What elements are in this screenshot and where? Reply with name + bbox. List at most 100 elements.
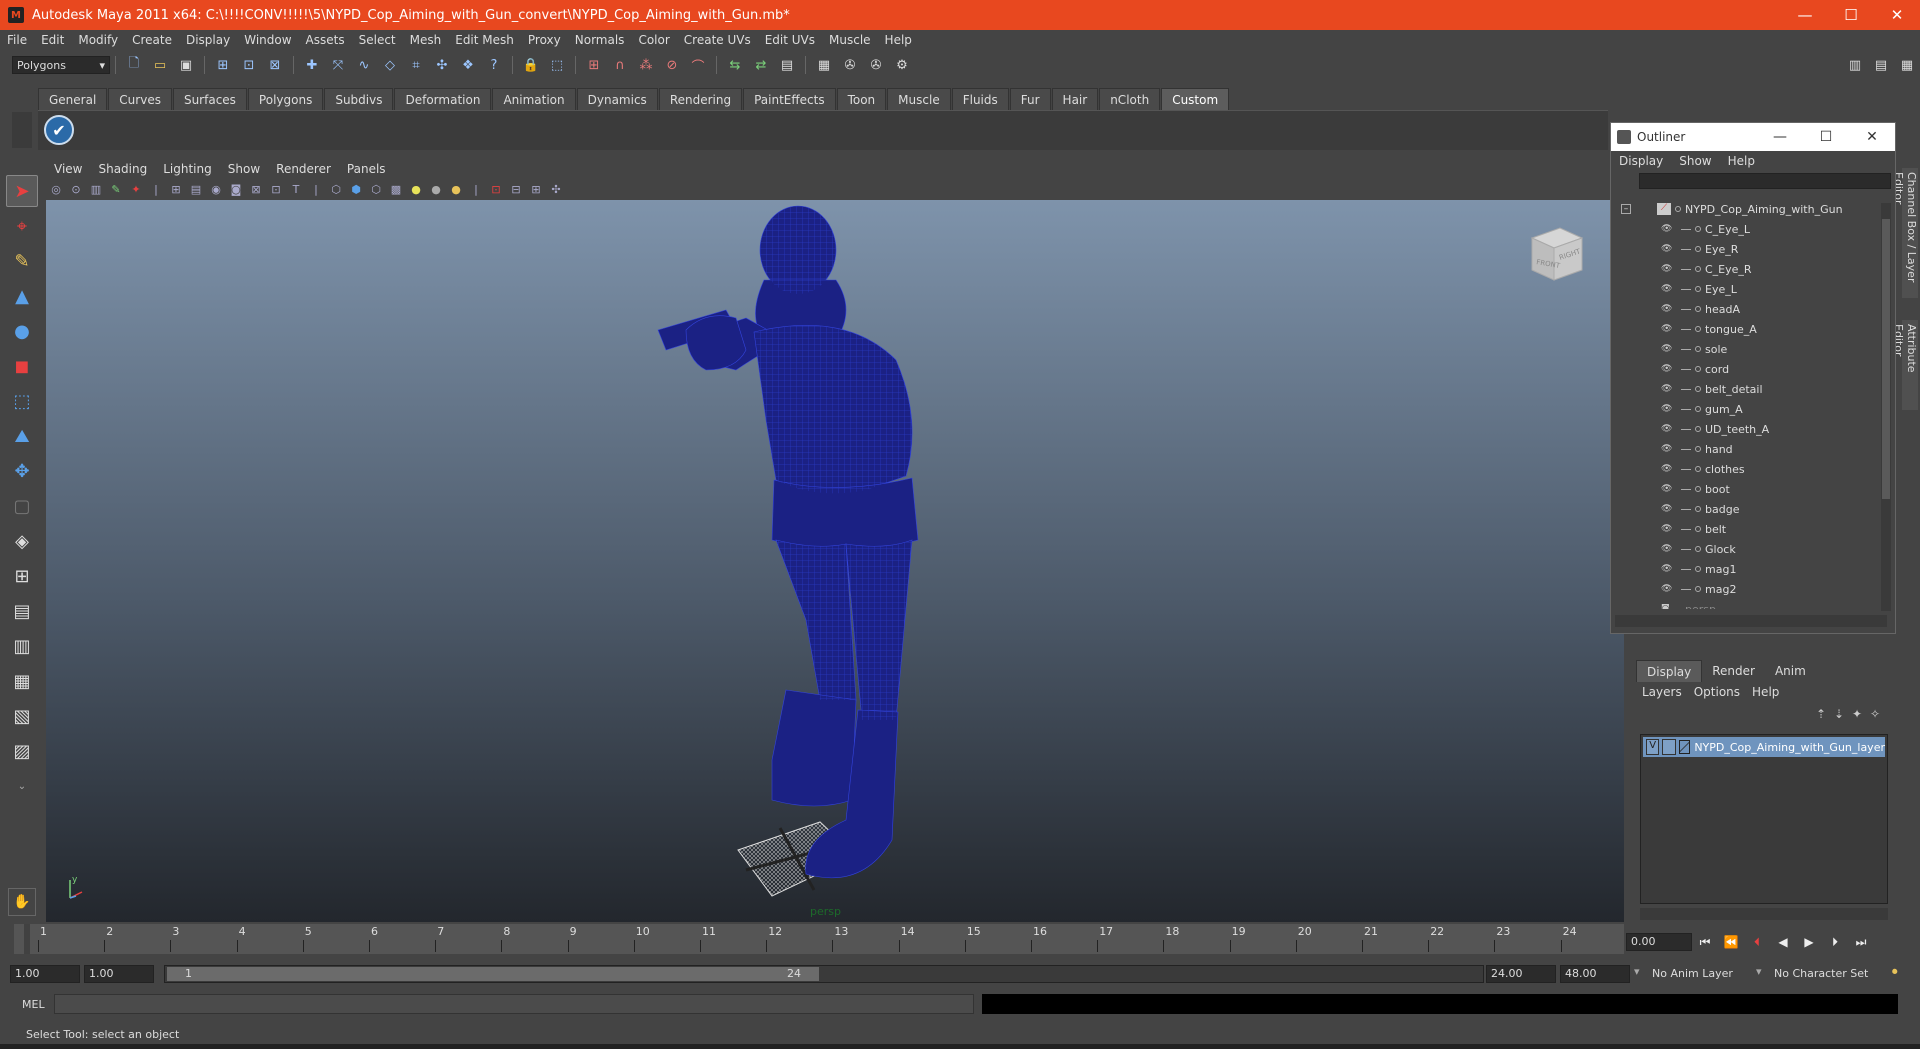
- outliner-maximize-button[interactable]: ☐: [1803, 129, 1849, 145]
- layout-persp-graph-icon[interactable]: ▥: [6, 630, 38, 662]
- select-surfaces-icon[interactable]: ◇: [381, 56, 399, 74]
- shelf-menu-handle[interactable]: [12, 112, 32, 148]
- viewport-menu-panels[interactable]: Panels: [339, 162, 394, 176]
- menu-proxy[interactable]: Proxy: [521, 33, 568, 47]
- new-layer-selected-icon[interactable]: ✧: [1866, 707, 1884, 721]
- smooth-shade-icon[interactable]: ⬢: [348, 181, 364, 197]
- use-all-lights-icon[interactable]: ●: [408, 181, 424, 197]
- layout-four-pane-icon[interactable]: ⊞: [6, 560, 38, 592]
- menu-select[interactable]: Select: [352, 33, 403, 47]
- auto-key-icon[interactable]: ⏺: [1892, 965, 1908, 979]
- move-layer-down-icon[interactable]: ⇣: [1830, 707, 1848, 721]
- outliner-horizontal-scrollbar[interactable]: [1615, 615, 1887, 627]
- layer-row[interactable]: V NYPD_Cop_Aiming_with_Gun_layer: [1643, 737, 1885, 757]
- shelf-tab-polygons[interactable]: Polygons: [247, 88, 324, 110]
- play-forwards-icon[interactable]: ▶: [1796, 935, 1822, 949]
- menu-normals[interactable]: Normals: [568, 33, 632, 47]
- layer-visibility-toggle[interactable]: V: [1646, 739, 1660, 755]
- layer-menu-layers[interactable]: Layers: [1636, 685, 1688, 699]
- save-scene-icon[interactable]: ▣: [177, 56, 195, 74]
- select-object-icon[interactable]: ⊡: [240, 56, 258, 74]
- xray-icon[interactable]: ⊟: [508, 181, 524, 197]
- current-time-marker[interactable]: [24, 924, 30, 954]
- outliner-item[interactable]: 👁 sole: [1611, 339, 1881, 359]
- outliner-item[interactable]: 👁 headA: [1611, 299, 1881, 319]
- manipulator-tool-icon[interactable]: ⬚: [6, 385, 38, 417]
- ipr-render-icon[interactable]: ✇: [867, 56, 885, 74]
- tab-channel-box-layer-editor[interactable]: Channel Box / Layer Editor: [1892, 168, 1918, 298]
- new-scene-icon[interactable]: 🗋: [125, 56, 143, 74]
- output-connections-icon[interactable]: ⇄: [752, 56, 770, 74]
- shelf-tab-rendering[interactable]: Rendering: [658, 88, 743, 110]
- outliner-item[interactable]: 👁 C_Eye_L: [1611, 219, 1881, 239]
- outliner-item[interactable]: 👁 Eye_R: [1611, 239, 1881, 259]
- outliner-vertical-scrollbar[interactable]: [1881, 203, 1891, 611]
- image-plane-icon[interactable]: ▥: [88, 181, 104, 197]
- menu-assets[interactable]: Assets: [299, 33, 352, 47]
- shelf-tab-ncloth[interactable]: nCloth: [1099, 88, 1161, 110]
- render-settings-icon[interactable]: ⚙: [893, 56, 911, 74]
- render-frame-icon[interactable]: ✇: [841, 56, 859, 74]
- select-curves-icon[interactable]: ∿: [355, 56, 373, 74]
- select-hierarchy-icon[interactable]: ⊞: [214, 56, 232, 74]
- go-to-end-icon[interactable]: ⏭: [1848, 935, 1874, 950]
- tab-attribute-editor[interactable]: Attribute Editor: [1892, 320, 1918, 410]
- shelf-tab-muscle[interactable]: Muscle: [887, 88, 951, 110]
- menu-window[interactable]: Window: [237, 33, 298, 47]
- collapse-icon[interactable]: –: [1621, 204, 1631, 214]
- outliner-item[interactable]: 👁 Glock: [1611, 539, 1881, 559]
- menu-set-selector[interactable]: Polygons ▾: [12, 56, 110, 74]
- camera-attributes-icon[interactable]: ◎: [48, 181, 64, 197]
- shelf-tab-animation[interactable]: Animation: [492, 88, 576, 110]
- menu-modify[interactable]: Modify: [71, 33, 125, 47]
- select-handles-icon[interactable]: ✚: [303, 56, 321, 74]
- outliner-item[interactable]: 👁 cord: [1611, 359, 1881, 379]
- outliner-item[interactable]: 👁 gum_A: [1611, 399, 1881, 419]
- outliner-item[interactable]: 👁 mag2: [1611, 579, 1881, 599]
- viewport-menu-renderer[interactable]: Renderer: [268, 162, 339, 176]
- outliner-menu-display[interactable]: Display: [1611, 154, 1671, 168]
- snap-curve-icon[interactable]: ∩: [611, 56, 629, 74]
- show-channel-box-icon[interactable]: ▦: [1898, 56, 1916, 74]
- safe-action-icon[interactable]: ⊡: [268, 181, 284, 197]
- character-set-dropdown[interactable]: No Character Set: [1770, 965, 1888, 983]
- scale-tool-icon[interactable]: ◼: [6, 350, 38, 382]
- shelf-tab-fluids[interactable]: Fluids: [951, 88, 1009, 110]
- shelf-tab-toon[interactable]: Toon: [836, 88, 887, 110]
- shelf-tab-curves[interactable]: Curves: [108, 88, 172, 110]
- view-cube[interactable]: FRONT RIGHT: [1524, 220, 1588, 284]
- layer-menu-options[interactable]: Options: [1688, 685, 1746, 699]
- menu-file[interactable]: File: [0, 33, 34, 47]
- outliner-item[interactable]: 👁 belt: [1611, 519, 1881, 539]
- snap-grid-icon[interactable]: ⊞: [585, 56, 603, 74]
- move-tool-icon[interactable]: ▲: [6, 280, 38, 312]
- shelf-tab-custom[interactable]: Custom: [1161, 88, 1230, 110]
- select-dynamics-icon[interactable]: ✣: [433, 56, 451, 74]
- film-gate-icon[interactable]: ✦: [128, 181, 144, 197]
- menu-muscle[interactable]: Muscle: [822, 33, 878, 47]
- viewport-menu-shading[interactable]: Shading: [90, 162, 155, 176]
- step-back-icon[interactable]: ⏪: [1718, 935, 1744, 949]
- menu-mesh[interactable]: Mesh: [403, 33, 449, 47]
- outliner-item[interactable]: 👁 Eye_L: [1611, 279, 1881, 299]
- outliner-search-input[interactable]: [1639, 173, 1891, 189]
- highlight-selection-icon[interactable]: ⬚: [548, 56, 566, 74]
- textured-icon[interactable]: ▩: [388, 181, 404, 197]
- range-slider[interactable]: 1 24: [164, 965, 1484, 983]
- layout-hypershade-icon[interactable]: ▦: [6, 665, 38, 697]
- menu-edit-mesh[interactable]: Edit Mesh: [448, 33, 521, 47]
- show-tool-settings-icon[interactable]: ▤: [1872, 56, 1890, 74]
- shelf-tab-surfaces[interactable]: Surfaces: [172, 88, 247, 110]
- snap-point-icon[interactable]: ⁂: [637, 56, 655, 74]
- menu-help[interactable]: Help: [878, 33, 919, 47]
- field-chart-icon[interactable]: ⊠: [248, 181, 264, 197]
- outliner-item[interactable]: 👁 tongue_A: [1611, 319, 1881, 339]
- chevron-down-icon[interactable]: ▾: [1756, 965, 1766, 978]
- playback-end-field[interactable]: 24.00: [1486, 965, 1556, 983]
- input-connections-icon[interactable]: ⇆: [726, 56, 744, 74]
- grid-icon[interactable]: ⊞: [168, 181, 184, 197]
- lock-selection-icon[interactable]: 🔒: [522, 56, 540, 74]
- move-layer-up-icon[interactable]: ⇡: [1812, 707, 1830, 721]
- layer-tab-render[interactable]: Render: [1702, 660, 1765, 682]
- select-tool-icon[interactable]: ➤: [6, 175, 38, 207]
